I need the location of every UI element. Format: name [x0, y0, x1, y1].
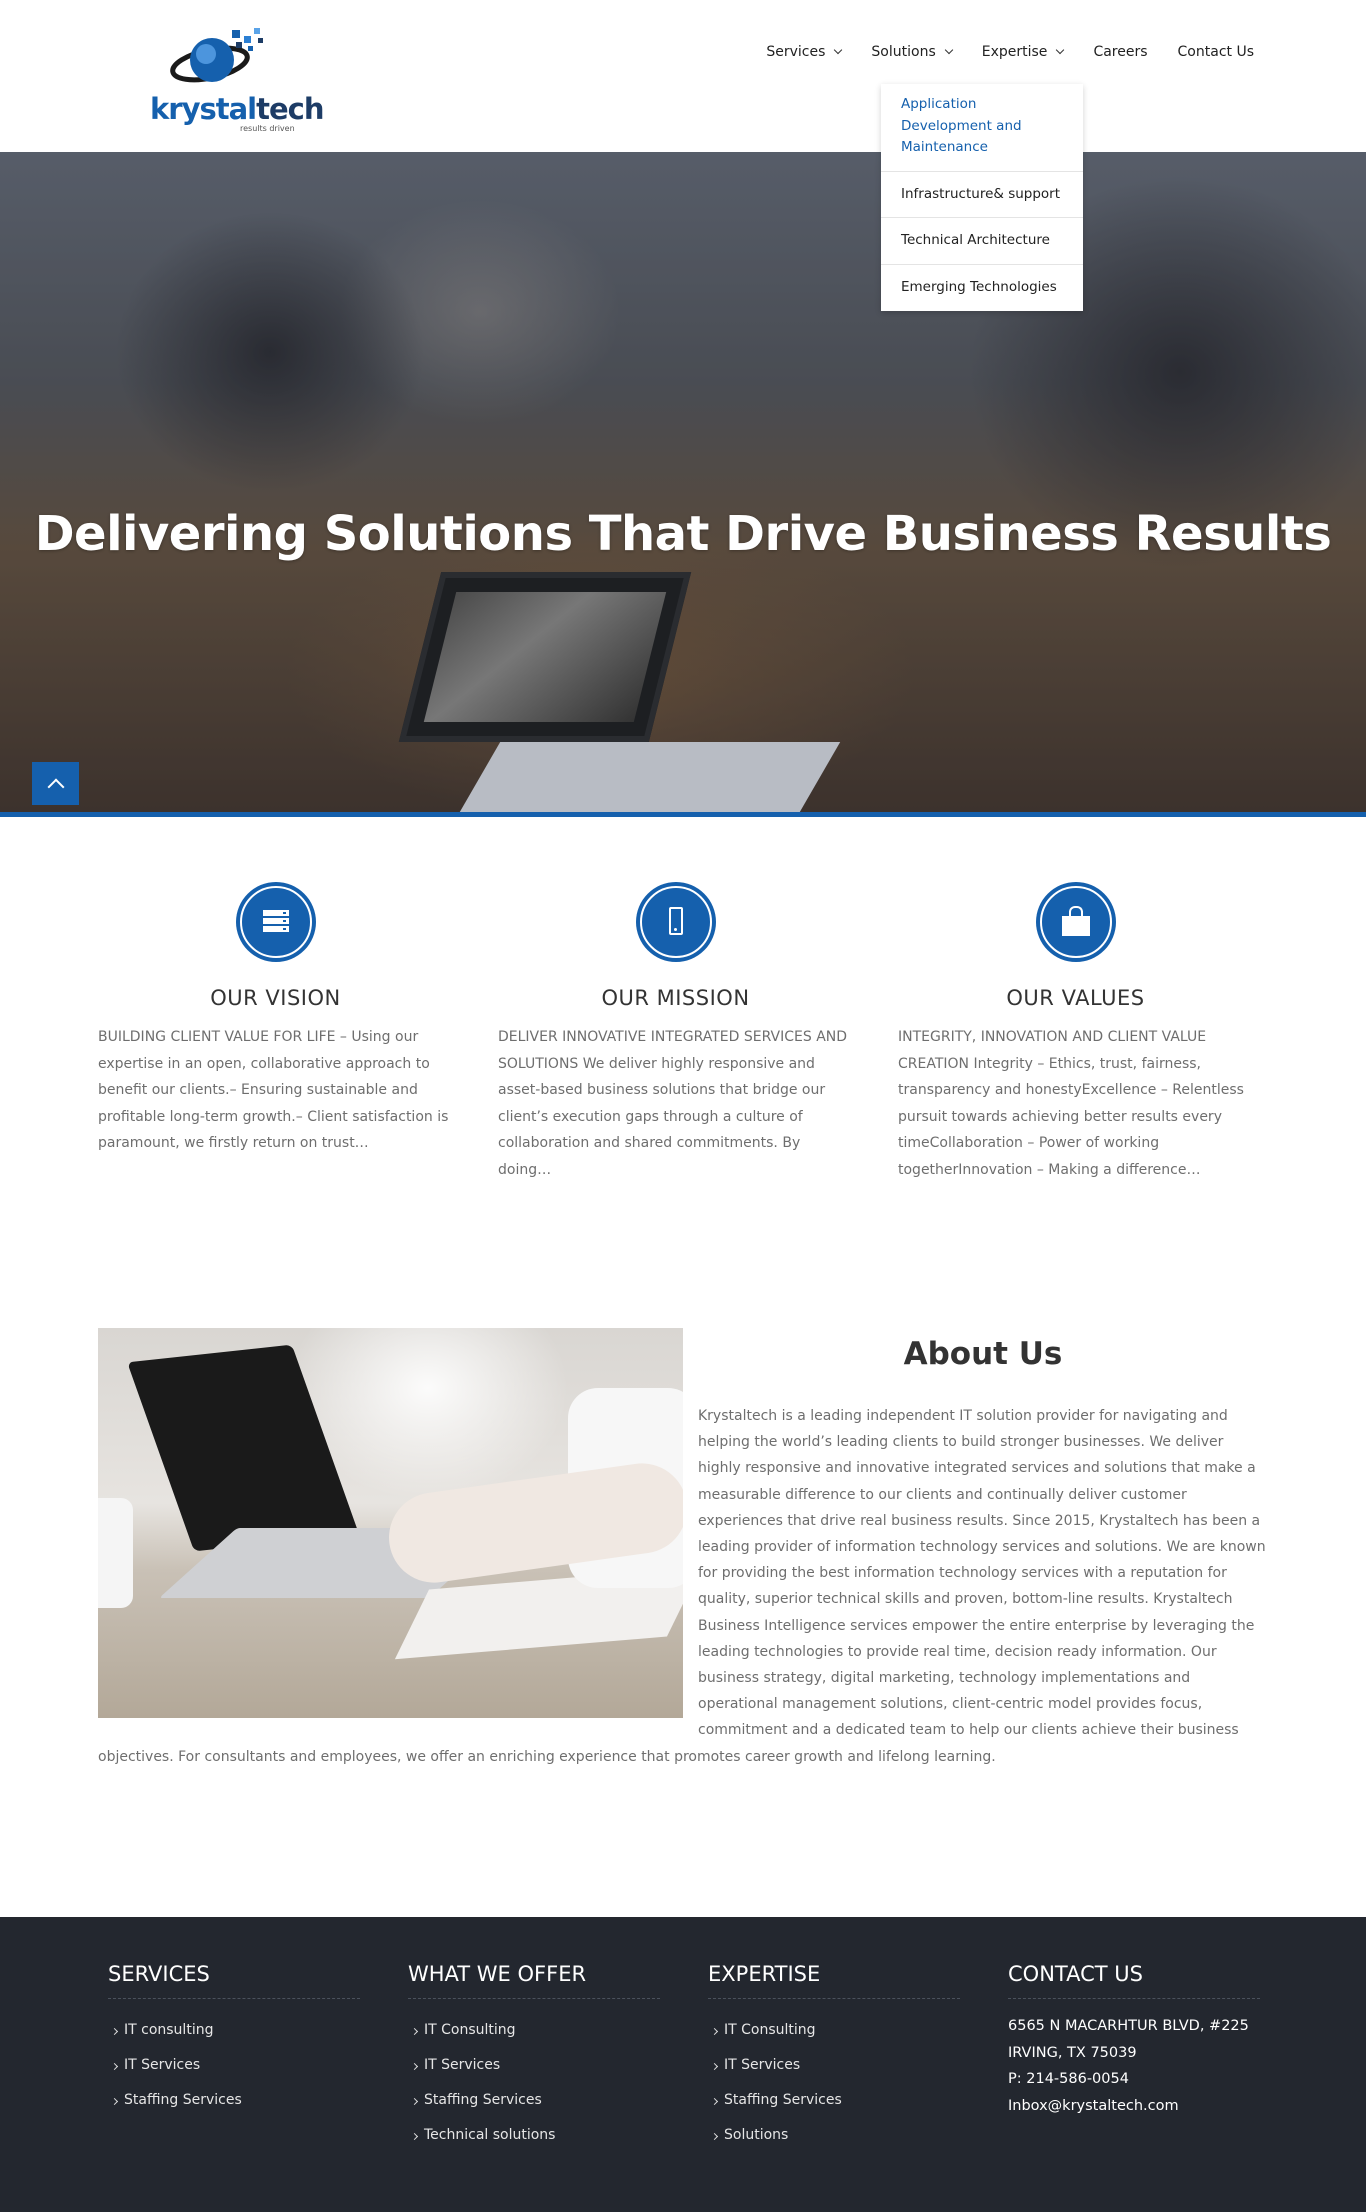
about-image-spacer — [98, 1403, 698, 1723]
feature-title: OUR VISION — [210, 986, 341, 1010]
hero-image-keyboard — [459, 742, 841, 812]
footer-column-what-we-offer: WHAT WE OFFER IT Consulting IT Services … — [408, 1962, 660, 2153]
chevron-down-icon — [1056, 45, 1065, 55]
footer-heading: WHAT WE OFFER — [408, 1962, 660, 1999]
dropdown-item-application-development[interactable]: Application Development and Maintenance — [881, 84, 1083, 172]
nav-label: Contact Us — [1177, 44, 1254, 60]
nav-item-contact-us[interactable]: Contact Us — [1163, 42, 1254, 62]
footer-link[interactable]: Staffing Services — [408, 2083, 660, 2118]
footer-link[interactable]: Staffing Services — [108, 2083, 360, 2118]
feature-text: INTEGRITY, INNOVATION AND CLIENT VALUE C… — [898, 1029, 1244, 1178]
footer-link[interactable]: Staffing Services — [708, 2083, 960, 2118]
values-icon-circle — [1035, 882, 1116, 962]
solutions-dropdown-menu: Application Development and Maintenance … — [881, 84, 1083, 311]
logo-text-part2: tech — [256, 92, 324, 126]
dropdown-item-technical-architecture[interactable]: Technical Architecture — [881, 218, 1083, 265]
logo-tagline: results driven — [240, 124, 295, 133]
feature-text: DELIVER INNOVATIVE INTEGRATED SERVICES A… — [498, 1029, 848, 1178]
about-title: About Us — [903, 1336, 1063, 1372]
footer-heading: CONTACT US — [1008, 1962, 1260, 1999]
server-icon — [262, 910, 289, 934]
dropdown-item-emerging-technologies[interactable]: Emerging Technologies — [881, 265, 1083, 311]
feature-text: BUILDING CLIENT VALUE FOR LIFE – Using o… — [98, 1029, 449, 1151]
feature-mission: OUR MISSION DELIVER INNOVATIVE INTEGRATE… — [498, 882, 853, 1183]
footer-link[interactable]: Technical solutions — [408, 2118, 660, 2153]
nav-item-services[interactable]: Services — [751, 42, 856, 62]
contact-email[interactable]: Inbox@krystaltech.com — [1008, 2093, 1260, 2120]
shopping-bag-icon — [1061, 906, 1090, 936]
chevron-down-icon — [834, 45, 843, 55]
nav-label: Careers — [1093, 44, 1148, 60]
chevron-down-icon — [944, 45, 953, 55]
logo-wordmark: krystaltech — [150, 92, 325, 126]
footer-link[interactable]: IT Consulting — [408, 2013, 660, 2048]
hero-title: Delivering Solutions That Drive Business… — [34, 506, 1332, 562]
footer-link[interactable]: IT Services — [708, 2048, 960, 2083]
contact-details: 6565 N MACARHTUR BLVD, #225 IRVING, TX 7… — [1008, 2013, 1260, 2119]
footer-column-services: SERVICES IT consulting IT Services Staff… — [108, 1962, 360, 2118]
site-header: krystaltech results driven Services Solu… — [0, 0, 1366, 152]
dropdown-item-infrastructure-support[interactable]: Infrastructure& support — [881, 172, 1083, 219]
main-nav: Services Solutions Expertise Careers Con… — [751, 42, 1254, 62]
vision-icon-circle — [235, 882, 316, 962]
feature-title: OUR VALUES — [1006, 986, 1145, 1010]
footer-heading: SERVICES — [108, 1962, 360, 1999]
feature-vision: OUR VISION BUILDING CLIENT VALUE FOR LIF… — [98, 882, 453, 1157]
nav-label: Expertise — [981, 44, 1048, 60]
nav-item-solutions[interactable]: Solutions — [856, 42, 966, 62]
logo-text-part1: krystal — [150, 92, 257, 126]
feature-values: OUR VALUES INTEGRITY, INNOVATION AND CLI… — [898, 882, 1253, 1183]
globe-logo-icon — [170, 28, 263, 83]
hero-accent-bar — [0, 812, 1366, 817]
nav-item-careers[interactable]: Careers — [1078, 42, 1162, 62]
footer-link[interactable]: IT Services — [408, 2048, 660, 2083]
footer-column-contact: CONTACT US 6565 N MACARHTUR BLVD, #225 I… — [1008, 1962, 1260, 2119]
contact-address-line2: IRVING, TX 75039 — [1008, 2044, 1137, 2061]
hero-image-laptop — [398, 572, 692, 742]
footer-heading: EXPERTISE — [708, 1962, 960, 1999]
nav-label: Solutions — [871, 44, 936, 60]
footer-link[interactable]: Solutions — [708, 2118, 960, 2153]
contact-phone[interactable]: P: 214-586-0054 — [1008, 2066, 1260, 2093]
footer-column-expertise: EXPERTISE IT Consulting IT Services Staf… — [708, 1962, 960, 2153]
hero-banner: Delivering Solutions That Drive Business… — [0, 152, 1366, 812]
mission-icon-circle — [635, 882, 716, 962]
footer-link[interactable]: IT consulting — [108, 2013, 360, 2048]
about-text-wrapper: Krystaltech is a leading independent IT … — [98, 1403, 1268, 1770]
mobile-icon — [668, 907, 683, 935]
nav-label: Services — [766, 44, 826, 60]
scroll-to-top-button[interactable] — [32, 762, 79, 805]
site-logo[interactable]: krystaltech results driven — [148, 26, 325, 136]
nav-item-expertise[interactable]: Expertise — [967, 42, 1079, 62]
feature-title: OUR MISSION — [601, 986, 750, 1010]
footer-link[interactable]: IT Services — [108, 2048, 360, 2083]
chevron-up-icon — [47, 778, 64, 795]
footer-link[interactable]: IT Consulting — [708, 2013, 960, 2048]
contact-address-line1: 6565 N MACARHTUR BLVD, #225 — [1008, 2018, 1249, 2034]
